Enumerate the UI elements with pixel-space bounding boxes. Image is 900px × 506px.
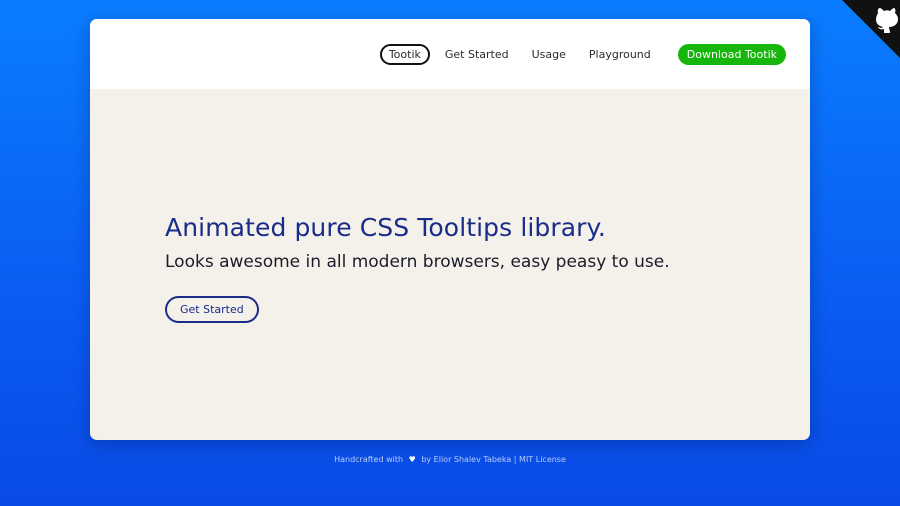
download-button[interactable]: Download Tootik <box>677 44 786 65</box>
nav-item-tootik[interactable]: Tootik <box>379 44 430 65</box>
top-navigation-bar: Tootik Get Started Usage Playground Down… <box>90 19 810 89</box>
main-card: Tootik Get Started Usage Playground Down… <box>90 19 810 440</box>
nav-item-get-started[interactable]: Get Started <box>445 48 509 61</box>
footer-author-link[interactable]: by Elior Shalev Tabeka <box>421 455 511 464</box>
github-corner[interactable] <box>842 0 900 58</box>
hero-subtitle: Looks awesome in all modern browsers, ea… <box>165 252 670 272</box>
nav-menu: Tootik Get Started Usage Playground Down… <box>379 44 786 65</box>
nav-item-playground[interactable]: Playground <box>589 48 651 61</box>
footer: Handcrafted with ♥ by Elior Shalev Tabek… <box>0 455 900 464</box>
footer-license-link[interactable]: MIT License <box>519 455 566 464</box>
get-started-button[interactable]: Get Started <box>165 296 259 323</box>
nav-item-usage[interactable]: Usage <box>532 48 566 61</box>
github-icon[interactable] <box>842 0 900 58</box>
hero-section: Animated pure CSS Tooltips library. Look… <box>165 213 670 323</box>
footer-prefix: Handcrafted with <box>334 455 404 464</box>
hero-title: Animated pure CSS Tooltips library. <box>165 213 606 242</box>
footer-separator: | <box>513 455 517 464</box>
heart-icon: ♥ <box>408 455 416 464</box>
